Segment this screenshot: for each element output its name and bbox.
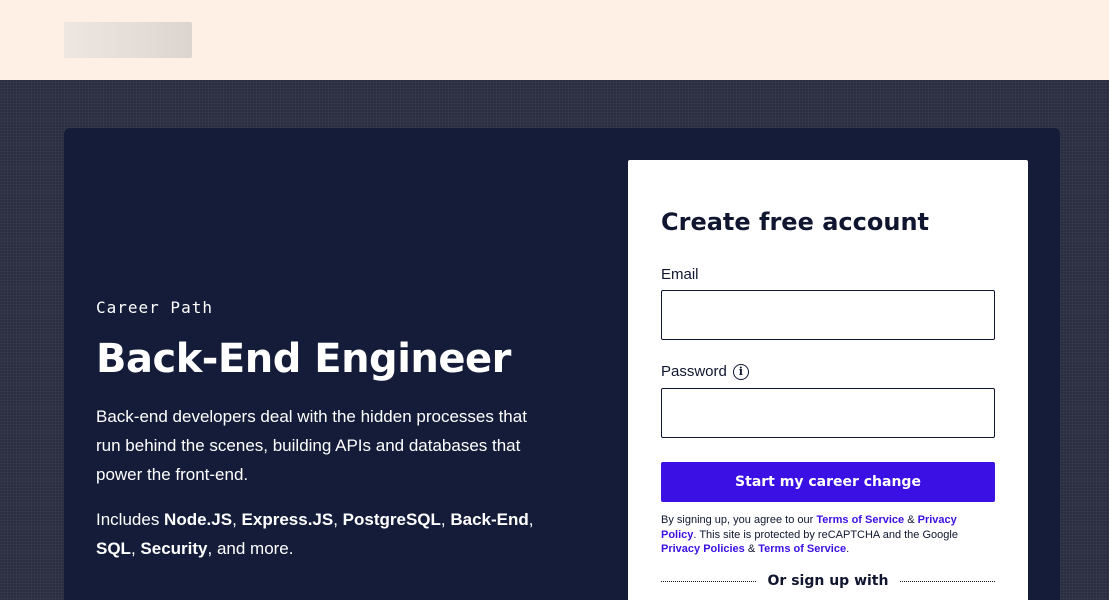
divider-line (661, 580, 756, 582)
alt-signup-label: Or sign up with (767, 573, 889, 589)
legal-text: & (904, 514, 918, 526)
info-icon[interactable]: i (732, 363, 749, 380)
page-title: Back-End Engineer (96, 336, 511, 382)
google-privacy-link[interactable]: Privacy Policies (661, 543, 745, 555)
topic-item: Node.JS (164, 510, 233, 529)
email-label-text: Email (661, 266, 699, 283)
topic-item: Express.JS (241, 510, 334, 529)
hero-description: Back-end developers deal with the hidden… (96, 407, 527, 484)
legal-notice: By signing up, you agree to our Terms of… (661, 513, 995, 557)
topic-item: SQL (96, 539, 131, 558)
legal-text: . This site is protected by reCAPTCHA an… (693, 528, 958, 541)
legal-text: By signing up, you agree to our (661, 514, 817, 526)
legal-text: . (846, 543, 850, 555)
divider-line (900, 580, 995, 582)
site-header (0, 0, 1109, 80)
brand-logo[interactable] (64, 22, 192, 58)
career-path-eyebrow: Career Path (96, 298, 213, 317)
legal-text: & (744, 543, 759, 555)
email-field[interactable] (661, 290, 995, 340)
signup-card: Create free account Email Password i Sta… (628, 160, 1028, 600)
topic-item: Back-End (450, 510, 529, 529)
alt-signup-divider: Or sign up with (661, 571, 995, 591)
email-label: Email (661, 266, 699, 283)
topic-item: Security (140, 539, 208, 558)
hero-includes: Includes Node.JS, Express.JS, PostgreSQL… (96, 510, 534, 558)
password-label-text: Password (661, 363, 727, 380)
includes-prefix: Includes (96, 510, 165, 529)
includes-suffix: , and more. (207, 539, 294, 558)
google-terms-link[interactable]: Terms of Service (758, 543, 846, 555)
password-field[interactable] (661, 388, 995, 438)
password-label: Password i (661, 363, 749, 380)
start-career-change-button[interactable]: Start my career change (661, 462, 995, 502)
topic-item: PostgreSQL (342, 510, 441, 529)
signup-title: Create free account (661, 208, 929, 236)
terms-of-service-link[interactable]: Terms of Service (816, 514, 904, 526)
